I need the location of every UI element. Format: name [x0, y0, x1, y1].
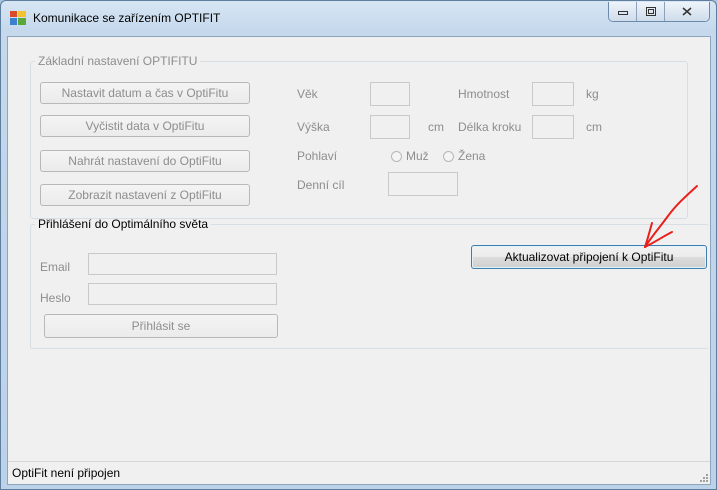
maximize-button[interactable]: [636, 2, 664, 21]
minimize-button[interactable]: [609, 2, 636, 21]
male-label: Muž: [406, 149, 429, 163]
upload-settings-button[interactable]: Nahrát nastavení do OptiFitu: [40, 150, 250, 172]
clear-data-button[interactable]: Vyčistit data v OptiFitu: [40, 115, 250, 137]
password-field[interactable]: [88, 283, 277, 305]
status-text: OptiFit není připojen: [12, 466, 121, 480]
update-connection-button[interactable]: Aktualizovat připojení k OptiFitu: [471, 245, 707, 269]
app-window: Komunikace se zařízením OPTIFIT Základní…: [0, 0, 717, 490]
weight-field[interactable]: [532, 82, 574, 106]
title-bar[interactable]: Komunikace se zařízením OPTIFIT: [1, 1, 716, 35]
height-unit: cm: [428, 120, 444, 134]
resize-grip-icon[interactable]: [698, 472, 708, 482]
gender-label: Pohlaví: [297, 149, 338, 163]
step-length-unit: cm: [586, 120, 602, 134]
password-label: Heslo: [40, 291, 71, 305]
step-length-label: Délka kroku: [458, 120, 522, 134]
female-radio[interactable]: [443, 151, 454, 162]
status-bar: OptiFit není připojen: [8, 461, 710, 484]
male-radio[interactable]: [391, 151, 402, 162]
minimize-icon: [617, 10, 628, 15]
login-button[interactable]: Přihlásit se: [44, 314, 278, 338]
female-label: Žena: [458, 149, 486, 163]
form-client-area: Základní nastavení OPTIFITU Nastavit dat…: [7, 36, 711, 485]
window-title: Komunikace se zařízením OPTIFIT: [33, 11, 221, 25]
daily-goal-label: Denní cíl: [297, 178, 345, 192]
app-window-icon: [10, 11, 26, 25]
basic-settings-legend: Základní nastavení OPTIFITU: [38, 54, 198, 68]
step-length-field[interactable]: [532, 115, 574, 139]
age-field[interactable]: [370, 82, 410, 106]
window-controls: [608, 2, 710, 22]
weight-label: Hmotnost: [458, 87, 510, 101]
set-datetime-button[interactable]: Nastavit datum a čas v OptiFitu: [40, 82, 250, 104]
email-label: Email: [40, 260, 71, 274]
maximize-icon: [645, 7, 656, 16]
close-icon: [682, 7, 692, 16]
height-field[interactable]: [370, 115, 410, 139]
weight-unit: kg: [586, 87, 599, 101]
daily-goal-field[interactable]: [388, 172, 458, 196]
close-button[interactable]: [664, 2, 709, 21]
show-settings-button[interactable]: Zobrazit nastavení z OptiFitu: [40, 184, 250, 206]
login-legend: Přihlášení do Optimálního světa: [38, 217, 209, 231]
age-label: Věk: [297, 87, 318, 101]
height-label: Výška: [297, 120, 330, 134]
email-field[interactable]: [88, 253, 277, 275]
